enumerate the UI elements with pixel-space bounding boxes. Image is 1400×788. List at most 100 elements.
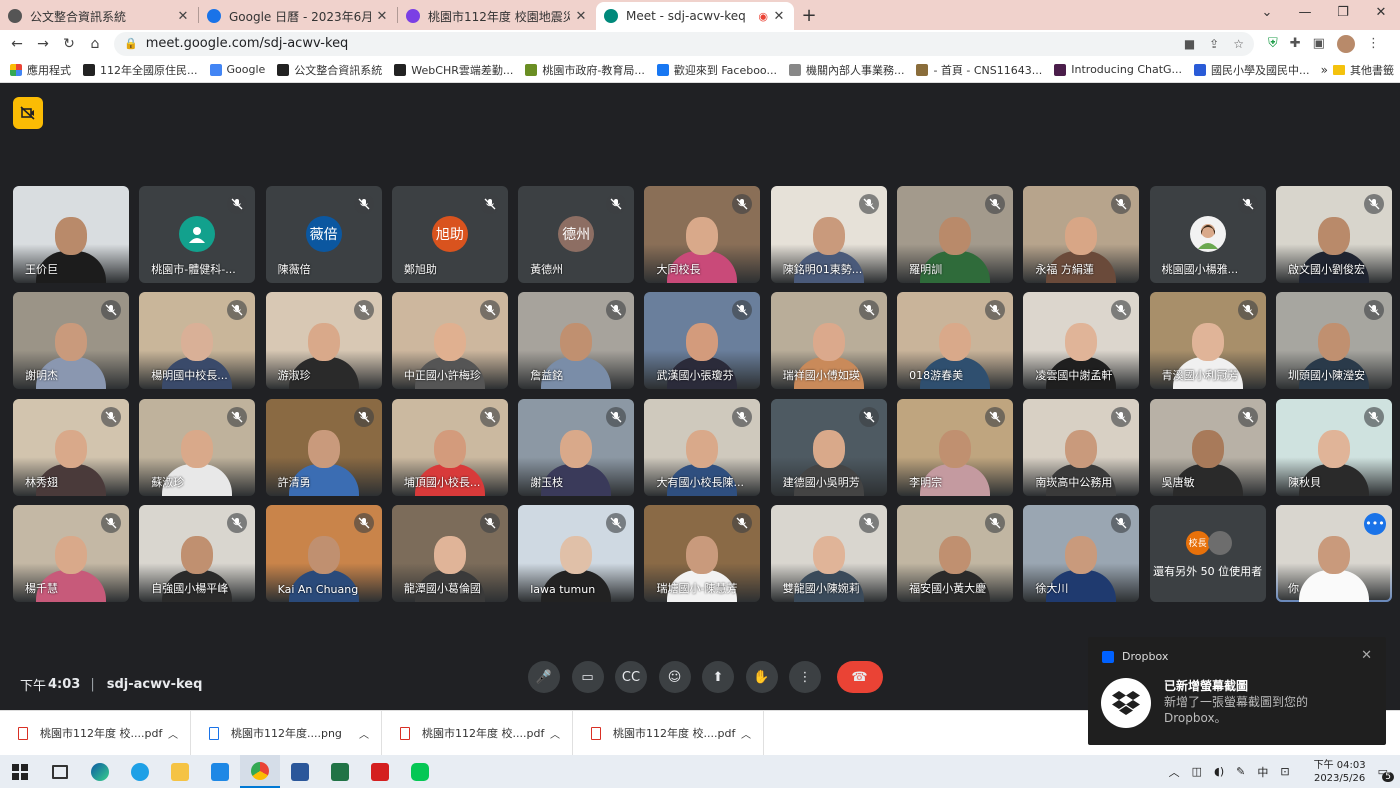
- bookmark-item[interactable]: 112年全國原住民...: [83, 62, 198, 78]
- chevron-up-icon[interactable]: ︿: [359, 726, 369, 741]
- participant-tile[interactable]: 王价巨: [13, 186, 129, 283]
- download-item[interactable]: 桃園市112年度 校....pdf ︿: [573, 710, 764, 756]
- participant-tile[interactable]: 謝玉枝: [518, 398, 635, 496]
- participant-tile[interactable]: 大有國小校長陳...: [644, 398, 761, 496]
- close-window-button[interactable]: ✕: [1362, 0, 1400, 30]
- bookmark-item[interactable]: 歡迎來到 Faceboo...: [656, 62, 777, 78]
- close-notification-button[interactable]: ✕: [1361, 648, 1372, 663]
- tab-0[interactable]: 公文整合資訊系統 ✕: [0, 2, 198, 30]
- forward-icon[interactable]: →: [30, 36, 56, 52]
- participant-tile[interactable]: 楊明國中校長...: [139, 292, 256, 390]
- download-item[interactable]: 桃園市112年度 校....pdf ︿: [382, 710, 573, 756]
- tab-close-icon[interactable]: ✕: [375, 9, 389, 24]
- tab-close-icon[interactable]: ✕: [772, 9, 786, 24]
- line-icon[interactable]: [400, 755, 440, 788]
- acrobat-icon[interactable]: [360, 755, 400, 788]
- raise-hand-button[interactable]: ✋: [745, 661, 778, 693]
- back-icon[interactable]: ←: [4, 36, 30, 52]
- start-button[interactable]: [0, 755, 40, 788]
- camera-off-indicator-icon[interactable]: [13, 97, 43, 129]
- participant-tile[interactable]: 永福 方絹蓮: [1023, 186, 1140, 283]
- tab-close-icon[interactable]: ✕: [176, 9, 190, 24]
- tab-1[interactable]: Google 日曆 - 2023年6月26日星 ✕: [199, 2, 397, 30]
- tray-chevron-icon[interactable]: ︿: [1169, 764, 1180, 780]
- extensions-icon[interactable]: ✚: [1290, 36, 1301, 51]
- participant-tile[interactable]: 大同校長: [644, 186, 761, 283]
- chevron-up-icon[interactable]: ︿: [741, 726, 751, 741]
- bookmark-item[interactable]: 公文整合資訊系統: [277, 62, 382, 78]
- bookmark-item[interactable]: 國民小學及國民中...: [1194, 62, 1310, 78]
- excel-icon[interactable]: [320, 755, 360, 788]
- more-options-button[interactable]: ⋮: [789, 661, 821, 693]
- participant-tile[interactable]: 埔頂國小校長...: [391, 398, 508, 496]
- participant-tile[interactable]: 武漢國小張瓊芬: [644, 292, 761, 390]
- microphone-button[interactable]: 🎤: [528, 661, 560, 693]
- participant-tile[interactable]: 啟文國小劉俊宏: [1275, 186, 1392, 283]
- participant-tile[interactable]: 謝明杰: [13, 292, 129, 390]
- network-icon[interactable]: ◫: [1192, 765, 1202, 778]
- participant-tile[interactable]: 吳唐敏: [1149, 398, 1266, 496]
- participant-tile[interactable]: 薇倍 陳薇倍: [265, 186, 382, 283]
- tray-clock[interactable]: 下午 04:03 2023/5/26: [1314, 759, 1366, 785]
- bookmark-item[interactable]: 機關內部人事業務...: [788, 62, 904, 78]
- participant-tile[interactable]: 旭助 鄭旭助: [391, 186, 508, 283]
- participant-tile[interactable]: 許清勇: [265, 398, 382, 496]
- participant-tile[interactable]: 中正國小許梅珍: [391, 292, 508, 390]
- edge-icon[interactable]: [80, 755, 120, 788]
- participant-tile[interactable]: 桃園市-體健科-...: [139, 186, 256, 283]
- participant-tile[interactable]: Kai An Chuang: [265, 504, 382, 602]
- tab-close-icon[interactable]: ✕: [574, 9, 588, 24]
- participant-tile[interactable]: 桃園國小楊雅...: [1149, 186, 1266, 283]
- self-tile[interactable]: ••• 你: [1275, 504, 1392, 602]
- reactions-button[interactable]: ☺: [658, 661, 691, 693]
- restore-button[interactable]: ❐: [1324, 0, 1362, 30]
- camera-in-use-icon[interactable]: ■: [1184, 37, 1195, 51]
- bookmark-item[interactable]: Introducing ChatG...: [1054, 62, 1182, 78]
- participant-tile[interactable]: 陳銘明01東勢...: [770, 186, 887, 283]
- bookmarks-more-icon[interactable]: »: [1321, 63, 1328, 77]
- download-item[interactable]: 桃園市112年度....png ︿: [191, 710, 382, 756]
- bookmark-item[interactable]: 桃園市政府-教育局...: [525, 62, 645, 78]
- bookmark-item[interactable]: Google: [209, 62, 265, 78]
- participant-tile[interactable]: 德州 黃德州: [518, 186, 635, 283]
- participant-tile[interactable]: 瑞祥國小傅如瑛: [770, 292, 887, 390]
- participant-tile[interactable]: 游淑珍: [265, 292, 382, 390]
- participant-tile[interactable]: 青溪國小利冠芳: [1149, 292, 1266, 390]
- menu-icon[interactable]: ⋮: [1367, 36, 1380, 51]
- internet-explorer-icon[interactable]: [120, 755, 160, 788]
- participant-tile[interactable]: 自強國小楊平峰: [139, 504, 256, 602]
- camera-button[interactable]: ▭: [571, 661, 604, 693]
- side-panel-icon[interactable]: ▣: [1313, 36, 1325, 51]
- participant-tile[interactable]: 龍潭國小葛倫國: [391, 504, 508, 602]
- leave-call-button[interactable]: ☎: [836, 661, 883, 693]
- chrome-icon[interactable]: [240, 755, 280, 788]
- lock-icon[interactable]: 🔒: [124, 37, 138, 50]
- bookmark-item[interactable]: 應用程式: [10, 62, 71, 78]
- reload-icon[interactable]: ↻: [56, 36, 82, 52]
- address-bar[interactable]: 🔒 meet.google.com/sdj-acwv-keq ■ ⇪ ☆: [114, 31, 1254, 56]
- participant-tile[interactable]: lawa tumun: [518, 504, 635, 602]
- ime-indicator[interactable]: 中: [1257, 764, 1268, 780]
- word-icon[interactable]: [280, 755, 320, 788]
- participant-tile[interactable]: 陳秋貝: [1275, 398, 1392, 496]
- tab-3[interactable]: Meet - sdj-acwv-keq ◉ ✕: [596, 2, 794, 30]
- minimize-button[interactable]: —: [1286, 0, 1324, 30]
- participant-tile[interactable]: 南崁高中公務用: [1023, 398, 1140, 496]
- volume-icon[interactable]: ◖): [1214, 765, 1224, 778]
- home-icon[interactable]: ⌂: [82, 36, 108, 52]
- new-tab-button[interactable]: +: [794, 5, 824, 26]
- other-bookmarks[interactable]: 其他書籤: [1333, 62, 1394, 78]
- participant-tile[interactable]: 凌雲國中謝孟軒: [1023, 292, 1140, 390]
- dropbox-notification[interactable]: Dropbox ✕ 已新增螢幕截圖 新增了一張螢幕截圖到您的 Dropbox。: [1088, 637, 1386, 745]
- participant-tile[interactable]: 李明宗: [897, 398, 1014, 496]
- bookmark-star-icon[interactable]: ☆: [1233, 37, 1244, 51]
- tab-search-icon[interactable]: ⌄: [1248, 0, 1286, 30]
- store-icon[interactable]: [200, 755, 240, 788]
- participant-tile[interactable]: 圳頭國小陳瀅安: [1275, 292, 1392, 390]
- task-view-icon[interactable]: [40, 755, 80, 788]
- participant-tile[interactable]: 詹益銘: [518, 292, 635, 390]
- tab-2[interactable]: 桃園市112年度 校園地震災害防護 ✕: [398, 2, 596, 30]
- download-item[interactable]: 桃園市112年度 校....pdf ︿: [0, 710, 191, 756]
- bookmark-item[interactable]: WebCHR雲端差勤...: [394, 62, 513, 78]
- chevron-up-icon[interactable]: ︿: [550, 726, 560, 741]
